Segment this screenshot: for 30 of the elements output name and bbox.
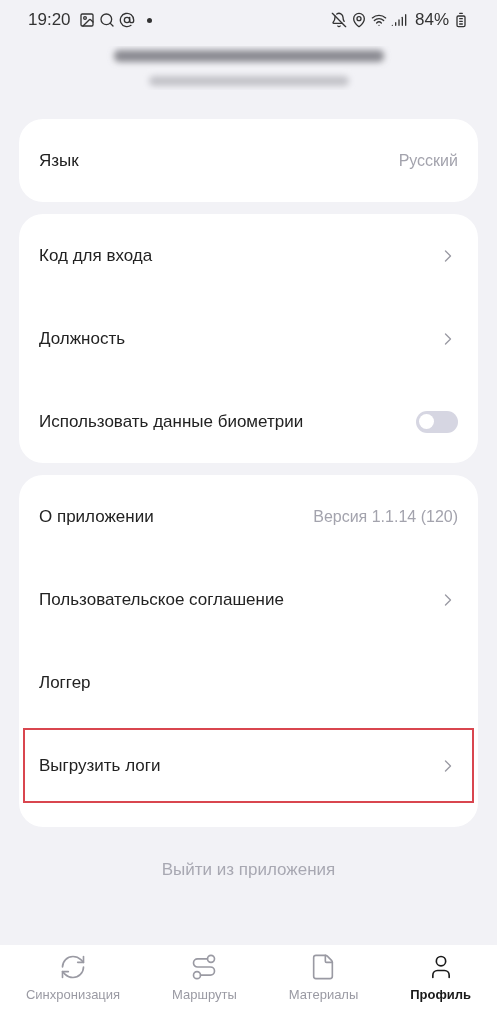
signal-icon (390, 12, 407, 28)
settings-row[interactable]: Код для входа (19, 214, 478, 297)
row-label: Должность (39, 327, 126, 350)
settings-row[interactable]: Язык Русский (19, 119, 478, 202)
image-icon (78, 12, 95, 28)
settings-row[interactable]: Логгер (19, 641, 478, 724)
row-label: Пользовательское соглашение (39, 588, 284, 611)
toggle-switch[interactable] (416, 410, 458, 433)
settings-row[interactable]: Пользовательское соглашение (19, 558, 478, 641)
row-label: Код для входа (39, 244, 153, 267)
battery-icon (453, 12, 469, 28)
tab-item[interactable]: Профиль (410, 953, 472, 1005)
at-icon (118, 12, 135, 28)
settings-row[interactable]: Использовать данные биометрии (19, 380, 478, 463)
mute-icon (330, 12, 347, 28)
row-label: Язык (39, 149, 79, 172)
wifi-icon (370, 12, 387, 28)
settings-row[interactable]: Выгрузить логи (19, 724, 478, 807)
battery-level: 84% (414, 9, 449, 32)
status-time: 19:20 (28, 9, 71, 32)
search-icon (98, 12, 115, 28)
row-label: Логгер (39, 671, 91, 694)
row-label: Выгрузить логи (39, 754, 161, 777)
row-value: Русский (398, 150, 458, 171)
row-label: Использовать данные биометрии (39, 410, 304, 433)
row-value: Версия 1.1.14 (120) (313, 506, 458, 527)
settings-row[interactable]: О приложении Версия 1.1.14 (120) (19, 475, 478, 558)
location-icon (350, 12, 367, 28)
row-label: О приложении (39, 505, 154, 528)
settings-row[interactable]: Должность (19, 297, 478, 380)
